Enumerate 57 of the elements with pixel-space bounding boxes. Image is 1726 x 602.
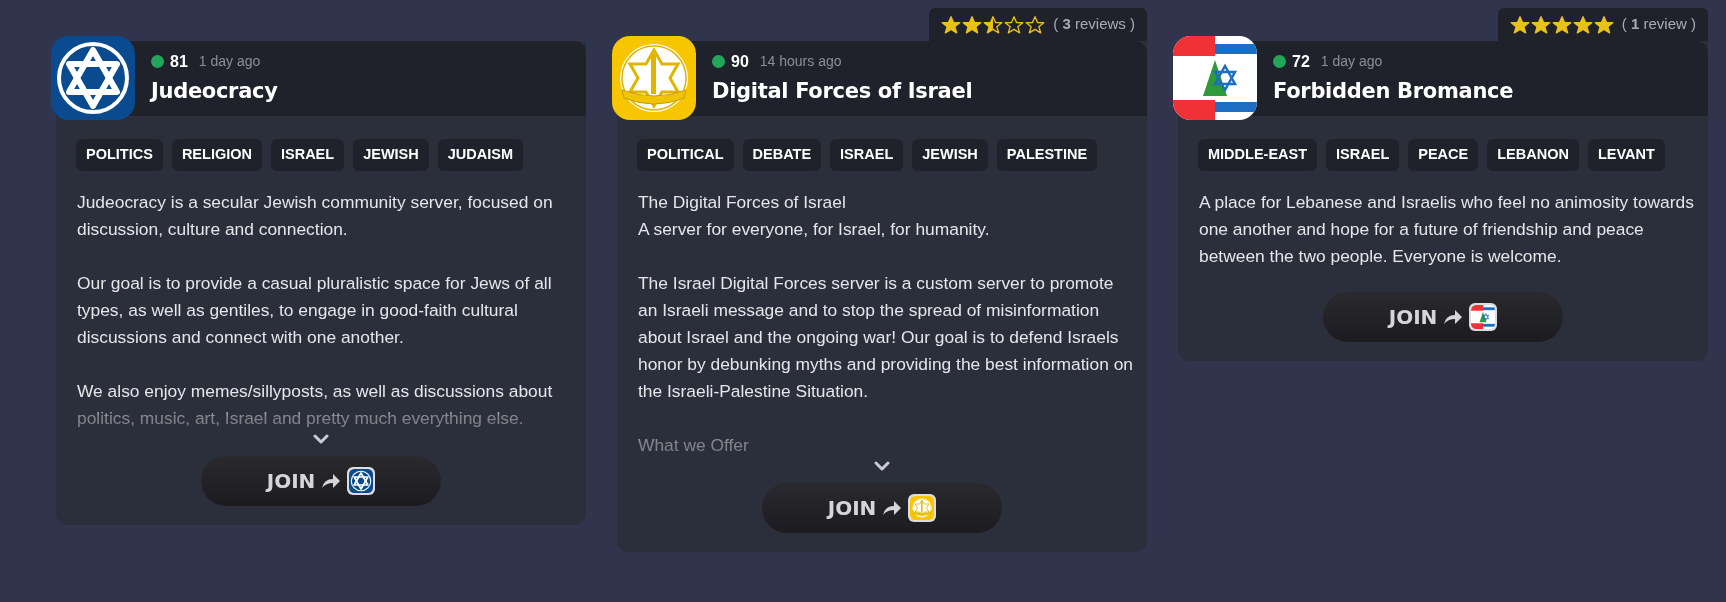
join-button[interactable]: JOIN [1323, 292, 1563, 342]
review-count: ( 1 review ) [1621, 14, 1696, 35]
star-icon [1004, 14, 1025, 35]
description-text: The Digital Forces of Israel A server for everyone, for Israel, for humanity. [638, 191, 991, 241]
join-button[interactable]: JOIN [762, 483, 1002, 533]
star-icon [1530, 14, 1551, 35]
tag[interactable]: PALESTINE [996, 139, 1098, 171]
tag[interactable]: MIDDLE-EAST [1198, 139, 1318, 171]
join-button[interactable]: JOIN [201, 456, 441, 506]
description-text: What we Offer [638, 434, 750, 457]
emblem-icon [612, 36, 696, 120]
server-name: Forbidden Bromance [1273, 77, 1514, 105]
share-arrow-icon [321, 473, 342, 489]
tag[interactable]: JUDAISM [437, 139, 523, 171]
star-icon [1572, 14, 1593, 35]
emblem-icon [910, 496, 935, 520]
star-icon [1551, 14, 1572, 35]
description-text: A place for Lebanese and Israelis who feel no animosity towards one another and hope for a future of friendship and peace between the two people. Everyone is welcome. [1199, 191, 1694, 268]
time-ago: 14 hours ago [759, 52, 842, 72]
star-icon [1025, 14, 1046, 35]
star-icon [983, 14, 1004, 35]
star-of-david-icon [349, 469, 374, 493]
chevron-down-icon[interactable] [874, 461, 890, 471]
description-text: Judeocracy is a secular Jewish community server, focused on discussion, culture and connection. [77, 191, 554, 241]
server-name: Digital Forces of Israel [712, 77, 973, 105]
tag[interactable]: ISRAEL [270, 139, 345, 171]
flag-icon [1173, 36, 1257, 120]
member-count: 72 [1292, 51, 1310, 72]
tag[interactable]: JEWISH [912, 139, 988, 171]
tag[interactable]: POLITICAL [637, 139, 734, 171]
tag[interactable]: POLITICS [76, 139, 163, 171]
member-count: 90 [731, 51, 749, 72]
star-icon [962, 14, 983, 35]
star-of-david-icon [51, 36, 135, 120]
description-text: Our goal is to provide a casual pluralistic space for Jews of all types, as well as gentiles, to engage in good-faith cultural discussions and connect with one another. [77, 272, 553, 349]
description-text: We also enjoy memes/sillyposts, as well as discussions about politics, music, art, Israel and pretty much everything else. [77, 380, 554, 430]
time-ago: 1 day ago [1320, 52, 1383, 72]
tag[interactable]: LEVANT [1587, 139, 1665, 171]
server-name: Judeocracy [151, 77, 278, 105]
share-arrow-icon [1443, 309, 1464, 325]
star-icon [1593, 14, 1614, 35]
description-text: The Israel Digital Forces server is a custom server to promote an Israeli message and to stop the spread of misinformation about Israel and the ongoing war! Our goal is to defend Israels honor by debunking myths and providing the best information on the Israeli-Palestine Situation. [638, 272, 1133, 403]
chevron-down-icon[interactable] [313, 434, 329, 444]
flag-icon [1471, 305, 1496, 329]
share-arrow-icon [882, 500, 903, 516]
tag[interactable]: LEBANON [1487, 139, 1579, 171]
member-count: 81 [170, 51, 188, 72]
tag[interactable]: PEACE [1408, 139, 1479, 171]
star-icon [1509, 14, 1530, 35]
time-ago: 1 day ago [198, 52, 261, 72]
tag[interactable]: RELIGION [171, 139, 262, 171]
tag[interactable]: ISRAEL [1326, 139, 1400, 171]
tag[interactable]: DEBATE [742, 139, 822, 171]
tag[interactable]: ISRAEL [830, 139, 904, 171]
review-count: ( 3 reviews ) [1053, 14, 1135, 35]
star-icon [941, 14, 962, 35]
tag[interactable]: JEWISH [353, 139, 429, 171]
